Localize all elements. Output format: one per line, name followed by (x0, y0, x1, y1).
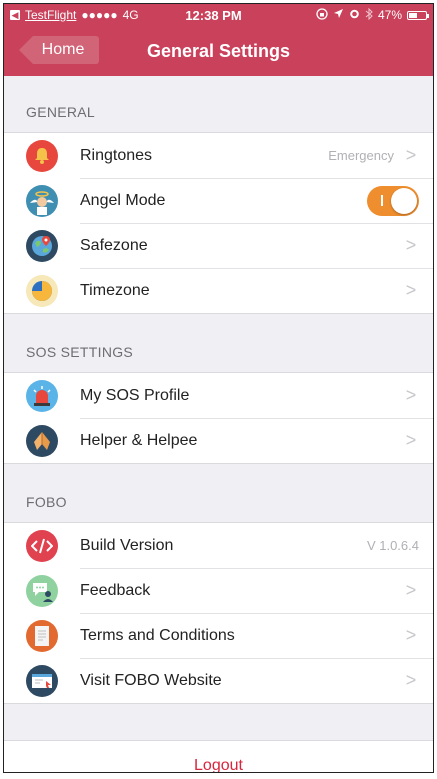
browser-icon (26, 664, 58, 697)
feedback-row[interactable]: Feedback > (4, 568, 433, 613)
globe-pin-icon (26, 229, 58, 262)
chevron-right-icon: > (405, 385, 417, 405)
chevron-right-icon: > (405, 280, 417, 300)
chevron-right-icon: > (405, 670, 417, 690)
back-to-app-icon[interactable]: ◀ (10, 10, 20, 20)
angel-mode-toggle[interactable] (367, 185, 419, 216)
build-version-value: V 1.0.6.4 (366, 538, 419, 553)
section-header-fobo: FOBO (26, 494, 67, 510)
page-title: General Settings (146, 40, 291, 61)
home-back-button[interactable]: Home (19, 36, 99, 64)
toggle-on-mark (381, 194, 383, 206)
ringtones-value: Emergency (328, 148, 394, 163)
safezone-label: Safezone (80, 236, 148, 254)
website-row[interactable]: Visit FOBO Website > (4, 658, 433, 703)
status-bar: ◀ TestFlight ●●●●● 4G 12:38 PM 47% (4, 4, 433, 26)
battery-icon (407, 10, 429, 20)
status-time: 12:38 PM (185, 7, 242, 23)
section-header-general: GENERAL (26, 104, 96, 120)
helper-helpee-row[interactable]: Helper & Helpee > (4, 418, 433, 463)
website-label: Visit FOBO Website (80, 671, 222, 689)
helper-helpee-label: Helper & Helpee (80, 431, 198, 449)
app-frame: ◀ TestFlight ●●●●● 4G 12:38 PM 47% Home (3, 3, 434, 773)
chevron-right-icon: > (405, 580, 417, 600)
sos-profile-label: My SOS Profile (80, 386, 190, 404)
sos-profile-row[interactable]: My SOS Profile > (4, 373, 433, 418)
location-arrow-icon (333, 8, 344, 22)
document-icon (26, 619, 58, 652)
logout-button[interactable]: Logout (194, 757, 243, 772)
angel-mode-row: Angel Mode (4, 178, 433, 223)
chevron-right-icon: > (405, 145, 417, 165)
timezone-label: Timezone (80, 281, 150, 299)
feedback-label: Feedback (80, 581, 151, 599)
general-group: Ringtones Emergency > Angel Mode Safezon… (4, 132, 433, 314)
sos-group: My SOS Profile > Helper & Helpee > (4, 372, 433, 464)
settings-list: GENERAL Ringtones Emergency > Angel Mode (4, 76, 433, 772)
build-version-row: Build Version V 1.0.6.4 (4, 523, 433, 568)
bluetooth-icon (365, 7, 373, 23)
feedback-icon (26, 574, 58, 607)
home-back-label: Home (41, 41, 85, 58)
chevron-right-icon: > (405, 625, 417, 645)
logout-container: Logout (4, 740, 433, 772)
ringtones-row[interactable]: Ringtones Emergency > (4, 133, 433, 178)
chevron-right-icon: > (405, 235, 417, 255)
bell-icon (26, 139, 58, 172)
alarm-icon (349, 8, 360, 22)
build-version-label: Build Version (80, 536, 174, 554)
ringtones-label: Ringtones (80, 146, 153, 164)
signal-dots: ●●●●● (81, 8, 118, 22)
fobo-group: Build Version V 1.0.6.4 Feedback > Terms… (4, 522, 433, 704)
toggle-knob (391, 187, 417, 214)
nav-bar: Home General Settings (4, 26, 433, 76)
angel-icon (26, 184, 58, 217)
angel-mode-label: Angel Mode (80, 191, 166, 209)
terms-label: Terms and Conditions (80, 626, 235, 644)
section-header-sos: SOS SETTINGS (26, 344, 134, 360)
timezone-row[interactable]: Timezone > (4, 268, 433, 313)
carrier-label[interactable]: TestFlight (25, 8, 76, 22)
terms-row[interactable]: Terms and Conditions > (4, 613, 433, 658)
helping-hands-icon (26, 424, 58, 457)
clock-icon (26, 274, 58, 307)
battery-percent: 47% (377, 8, 402, 22)
lock-rotation-icon (316, 7, 328, 23)
safezone-row[interactable]: Safezone > (4, 223, 433, 268)
code-icon (26, 529, 58, 562)
siren-icon (26, 379, 58, 412)
chevron-right-icon: > (405, 430, 417, 450)
